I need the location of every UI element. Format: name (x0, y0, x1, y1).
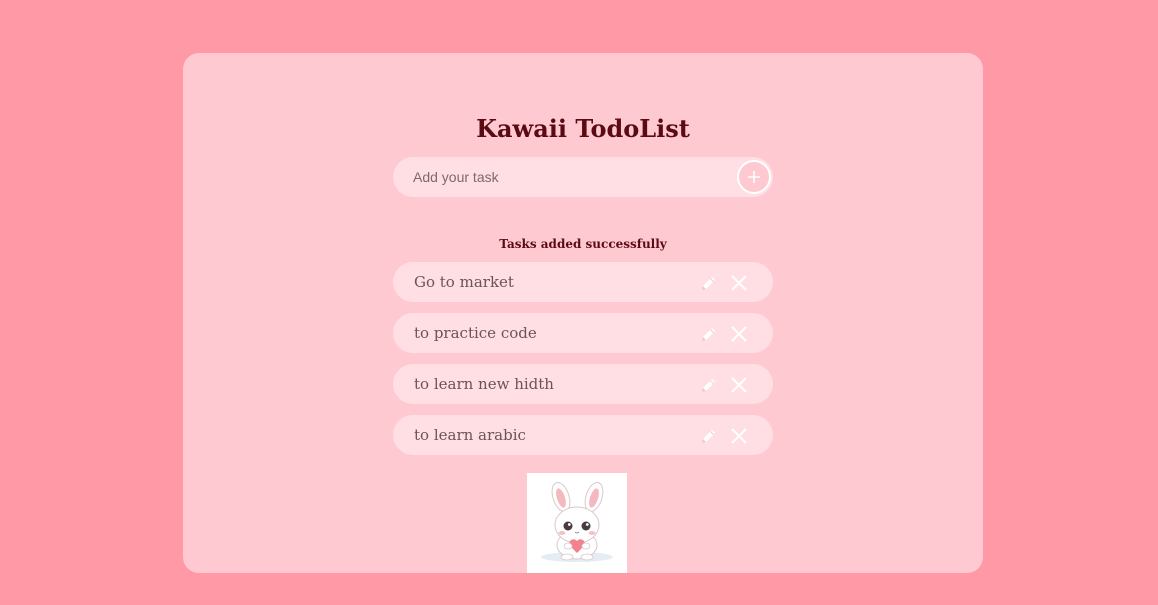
task-label[interactable]: to learn arabic (414, 415, 526, 455)
status-message: Tasks added successfully (499, 237, 667, 251)
app-title: Kawaii TodoList (476, 114, 690, 143)
task-label[interactable]: Go to market (414, 262, 514, 302)
close-icon[interactable] (729, 324, 749, 344)
task-label[interactable]: to learn new hidth (414, 364, 554, 404)
close-icon[interactable] (729, 273, 749, 293)
pencil-icon[interactable] (699, 324, 719, 344)
task-item: Go to market (393, 262, 773, 302)
pencil-icon[interactable] (699, 273, 719, 293)
pencil-icon[interactable] (699, 375, 719, 395)
task-input[interactable] (393, 157, 733, 197)
task-list: Go to market to practice code to learn n… (393, 262, 773, 466)
bunny-illustration (527, 473, 627, 573)
task-item: to learn new hidth (393, 364, 773, 404)
todo-card: Kawaii TodoList Tasks added successfully… (183, 53, 983, 573)
pencil-icon[interactable] (699, 426, 719, 446)
plus-icon (748, 171, 760, 183)
close-icon[interactable] (729, 375, 749, 395)
task-input-row (393, 157, 773, 197)
add-task-button[interactable] (737, 160, 771, 194)
task-item: to practice code (393, 313, 773, 353)
task-item: to learn arabic (393, 415, 773, 455)
task-label[interactable]: to practice code (414, 313, 537, 353)
close-icon[interactable] (729, 426, 749, 446)
